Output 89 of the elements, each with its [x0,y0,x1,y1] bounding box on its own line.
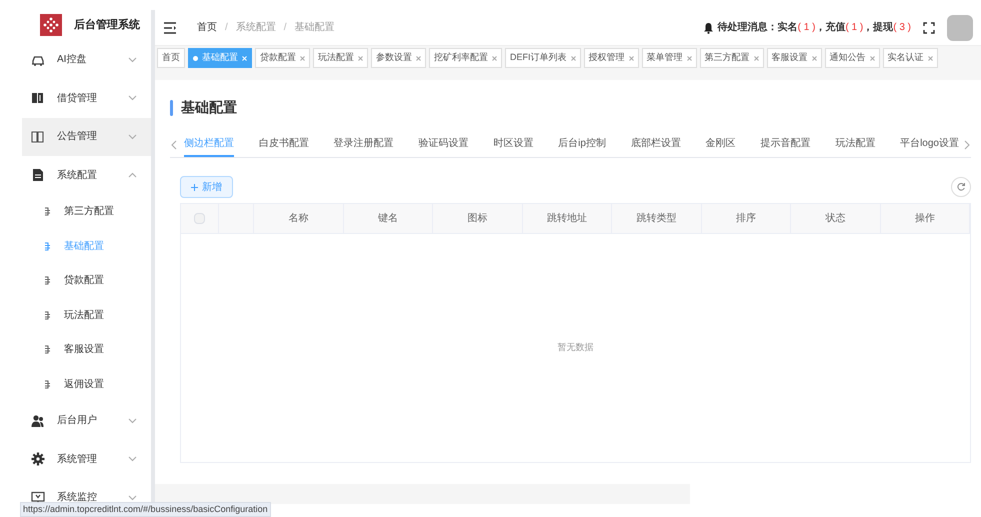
close-icon[interactable] [928,56,933,60]
page-title: 基础配置 [181,98,237,117]
tag[interactable]: DEFI订单列表 [505,48,581,68]
tab[interactable]: 时区设置 [493,132,534,157]
pending-message-text: 待处理消息：实名( 1 )，充值( 1 )，提现( 3 ) [718,20,911,35]
list-icon [44,242,52,251]
close-icon[interactable] [686,56,692,60]
tag[interactable]: 参数设置 [371,48,426,68]
open-book-icon [31,130,45,144]
plus-icon [191,184,198,190]
select-all-checkbox[interactable] [194,213,205,224]
tag[interactable]: 挖矿利率配置 [429,48,502,68]
tag[interactable]: 实名认证 [882,48,938,68]
tab[interactable]: 验证码设置 [418,132,468,157]
gear-icon [31,452,45,466]
tag[interactable]: 首页 [157,48,185,68]
close-icon[interactable] [570,56,576,60]
tab[interactable]: 金刚区 [706,132,736,157]
tab[interactable]: 玩法配置 [835,132,876,157]
chevron-icon [128,494,137,501]
avatar[interactable] [947,14,973,40]
tag[interactable]: 授权管理 [584,48,639,68]
tab[interactable]: 提示音配置 [760,132,810,157]
book-icon [31,91,45,106]
close-icon[interactable] [754,56,759,60]
menu-icon[interactable] [163,22,177,34]
users-icon [31,414,45,428]
tab[interactable]: 后台ip控制 [558,132,606,157]
list-icon [44,276,52,286]
submenu-item[interactable]: 客服设置 [22,332,151,367]
chevron-icon [128,95,137,102]
tag[interactable]: 玩法配置 [313,48,368,68]
breadcrumb-separator: / [225,21,228,35]
bell-icon[interactable] [702,22,714,34]
breadcrumb-link[interactable]: 首页 [197,20,217,35]
fullscreen-icon[interactable] [923,22,935,34]
submenu-item[interactable]: 返佣设置 [22,367,151,402]
tab[interactable]: 登录注册配置 [334,132,394,157]
column-header: 操作 [914,212,935,226]
monitor-icon [31,490,45,505]
sidebar-item[interactable]: 系统配置 [22,156,151,194]
sidebar-item[interactable]: AI控盘 [22,40,151,79]
list-icon [44,310,52,320]
empty-text: 暂无数据 [558,341,594,354]
submenu-item[interactable]: 贷款配置 [22,264,151,298]
chevron-icon [128,456,137,462]
close-icon[interactable] [628,56,634,60]
refresh-icon[interactable] [951,177,971,197]
close-icon[interactable] [870,56,875,60]
list-icon [44,380,52,389]
tag[interactable]: 客服设置 [766,48,822,68]
chevron-right-icon[interactable] [963,140,971,150]
column-header: 状态 [825,212,846,226]
tag[interactable]: 菜单管理 [642,48,697,68]
sidebar-item[interactable]: 借贷管理 [22,79,151,118]
chevron-icon [128,418,137,424]
sidebar-item[interactable]: 后台用户 [22,402,151,440]
close-icon[interactable] [358,56,363,60]
column-header: 跳转地址 [546,212,587,226]
chevron-icon [128,134,137,140]
submenu-item[interactable]: 玩法配置 [22,298,151,332]
list-icon [44,207,52,216]
breadcrumb-separator: / [284,21,287,35]
column-header: 名称 [288,212,308,226]
brand-title: 后台管理系统 [74,18,140,33]
status-url-tooltip: https://admin.topcreditlnt.com/#/bussiness/basicConfiguration [20,502,271,517]
tab[interactable]: 平台logo设置 [900,132,959,157]
logo-icon [40,14,62,36]
close-icon[interactable] [416,56,421,60]
sidebar-item[interactable]: 系统管理 [22,440,151,478]
chevron-left-icon[interactable] [170,140,178,150]
tab[interactable]: 底部栏设置 [630,132,681,157]
tag[interactable]: 第三方配置 [700,48,764,68]
tag[interactable]: 贷款配置 [255,48,310,68]
tag[interactable]: 通知公告 [824,48,880,68]
submenu-item[interactable]: 第三方配置 [22,194,151,229]
chevron-icon [128,172,137,178]
tab[interactable]: 白皮书配置 [258,132,309,157]
column-header: 跳转类型 [636,212,676,226]
list-icon [44,345,52,354]
column-header: 排序 [736,212,756,226]
close-icon[interactable] [812,56,817,60]
sidebar-item[interactable]: 公告管理 [22,118,151,156]
close-icon[interactable] [492,56,497,60]
column-header: 键名 [378,212,398,226]
document-icon [31,168,45,182]
chevron-icon [128,56,137,63]
close-icon[interactable] [300,56,305,60]
column-header: 图标 [467,212,488,226]
